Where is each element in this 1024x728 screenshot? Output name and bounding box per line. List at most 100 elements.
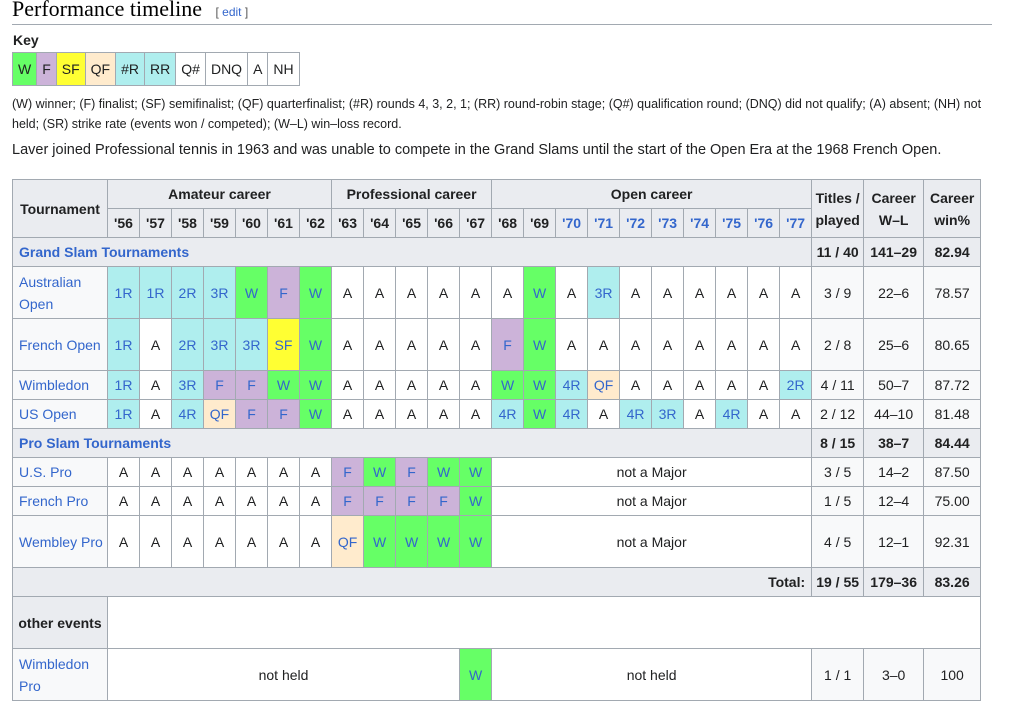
year-header: '56 (107, 208, 140, 238)
result-cell[interactable]: W (298, 318, 333, 371)
key-item: RR (144, 52, 177, 86)
year-header[interactable]: '71 (587, 208, 621, 238)
result-cell[interactable]: F (395, 486, 429, 516)
year-header[interactable]: '75 (715, 208, 749, 238)
result-cell[interactable]: 4R (555, 399, 589, 429)
result-cell[interactable]: 2R (171, 318, 204, 371)
result-cell[interactable]: F (395, 457, 429, 487)
result-cell[interactable]: QF (203, 399, 236, 429)
year-header[interactable]: '77 (779, 208, 813, 238)
tournament-name[interactable]: Australian Open (12, 266, 108, 319)
titles-played: 1 / 5 (811, 486, 865, 516)
result-cell[interactable]: W (395, 515, 429, 568)
result-cell[interactable]: 1R (107, 399, 140, 429)
result-cell[interactable]: W (523, 266, 557, 319)
result-cell[interactable]: QF (587, 370, 621, 400)
result-cell[interactable]: 1R (107, 266, 140, 319)
win-loss: 44–10 (863, 399, 925, 429)
result-cell[interactable]: W (427, 457, 461, 487)
result-cell[interactable]: W (298, 266, 333, 319)
result-cell[interactable]: W (523, 399, 557, 429)
section-header: Grand Slam Tournaments (11, 237, 813, 267)
result-cell[interactable]: 4R (619, 399, 653, 429)
result-cell[interactable]: F (235, 399, 268, 429)
key-item: Q# (175, 52, 206, 86)
result-cell[interactable]: W (363, 515, 397, 568)
result-cell[interactable]: 4R (555, 370, 589, 400)
result-cell[interactable]: W (298, 370, 333, 400)
result-cell[interactable]: 3R (203, 266, 236, 319)
result-cell[interactable]: W (459, 486, 493, 516)
result-cell: A (107, 457, 140, 487)
result-cell[interactable]: F (267, 266, 300, 319)
result-cell[interactable]: W (491, 370, 525, 400)
titles-header: Titles / played (811, 179, 865, 238)
other-events-blank (106, 596, 982, 649)
section-title: Performance timeline (12, 0, 202, 21)
result-cell[interactable]: 1R (139, 266, 172, 319)
year-header[interactable]: '74 (683, 208, 717, 238)
result-cell[interactable]: F (331, 486, 365, 516)
result-cell[interactable]: 3R (235, 318, 268, 371)
result-cell[interactable]: 3R (587, 266, 621, 319)
year-header[interactable]: '76 (747, 208, 781, 238)
year-header: '57 (139, 208, 172, 238)
result-cell[interactable]: SF (267, 318, 300, 371)
result-cell[interactable]: F (363, 486, 397, 516)
titles-played: 3 / 5 (811, 457, 865, 487)
result-cell: A (459, 399, 493, 429)
result-cell[interactable]: 3R (203, 318, 236, 371)
titles-played: 1 / 1 (811, 648, 865, 701)
result-cell[interactable]: W (235, 266, 268, 319)
result-cell: A (331, 399, 365, 429)
tournament-name[interactable]: French Open (12, 318, 108, 371)
group-header: Professional career (331, 179, 493, 209)
result-cell[interactable]: 1R (107, 318, 140, 371)
result-cell[interactable]: F (427, 486, 461, 516)
tournament-name[interactable]: French Pro (12, 486, 108, 516)
result-cell[interactable]: 3R (651, 399, 685, 429)
result-cell[interactable]: 1R (107, 370, 140, 400)
year-header[interactable]: '72 (619, 208, 653, 238)
tournament-name[interactable]: U.S. Pro (12, 457, 108, 487)
result-cell[interactable]: 3R (171, 370, 204, 400)
result-cell[interactable]: W (523, 318, 557, 371)
result-cell: A (139, 457, 172, 487)
result-cell[interactable]: 4R (171, 399, 204, 429)
result-cell[interactable]: QF (331, 515, 365, 568)
titles-played: 4 / 11 (811, 370, 865, 400)
result-cell[interactable]: W (363, 457, 397, 487)
result-cell[interactable]: F (491, 318, 525, 371)
tournament-name[interactable]: Wimbledon (12, 370, 108, 400)
result-cell[interactable]: F (331, 457, 365, 487)
result-cell[interactable]: W (459, 457, 493, 487)
result-cell[interactable]: 2R (171, 266, 204, 319)
result-cell: A (267, 457, 300, 487)
titles-played: 3 / 9 (811, 266, 865, 319)
result-cell: A (683, 266, 717, 319)
result-cell[interactable]: 2R (779, 370, 813, 400)
result-cell[interactable]: F (235, 370, 268, 400)
result-cell: A (331, 318, 365, 371)
tournament-name[interactable]: US Open (12, 399, 108, 429)
result-cell[interactable]: 4R (715, 399, 749, 429)
result-cell[interactable]: W (427, 515, 461, 568)
result-cell[interactable]: W (459, 648, 493, 701)
result-cell[interactable]: 4R (491, 399, 525, 429)
result-cell[interactable]: W (298, 399, 333, 429)
result-cell[interactable]: W (523, 370, 557, 400)
year-header[interactable]: '70 (555, 208, 589, 238)
year-header[interactable]: '73 (651, 208, 685, 238)
result-cell: A (171, 515, 204, 568)
result-cell[interactable]: F (267, 399, 300, 429)
performance-table: Tournament Amateur career Professional car… (11, 179, 982, 701)
year-header: '63 (331, 208, 365, 238)
tournament-name[interactable]: Wimbledon Pro (12, 648, 108, 701)
result-cell[interactable]: W (459, 515, 493, 568)
result-cell[interactable]: F (203, 370, 236, 400)
edit-link[interactable]: edit (222, 5, 241, 19)
tournament-name[interactable]: Wembley Pro (12, 515, 108, 568)
result-cell[interactable]: W (267, 370, 300, 400)
result-cell: A (619, 370, 653, 400)
result-cell: A (235, 515, 268, 568)
